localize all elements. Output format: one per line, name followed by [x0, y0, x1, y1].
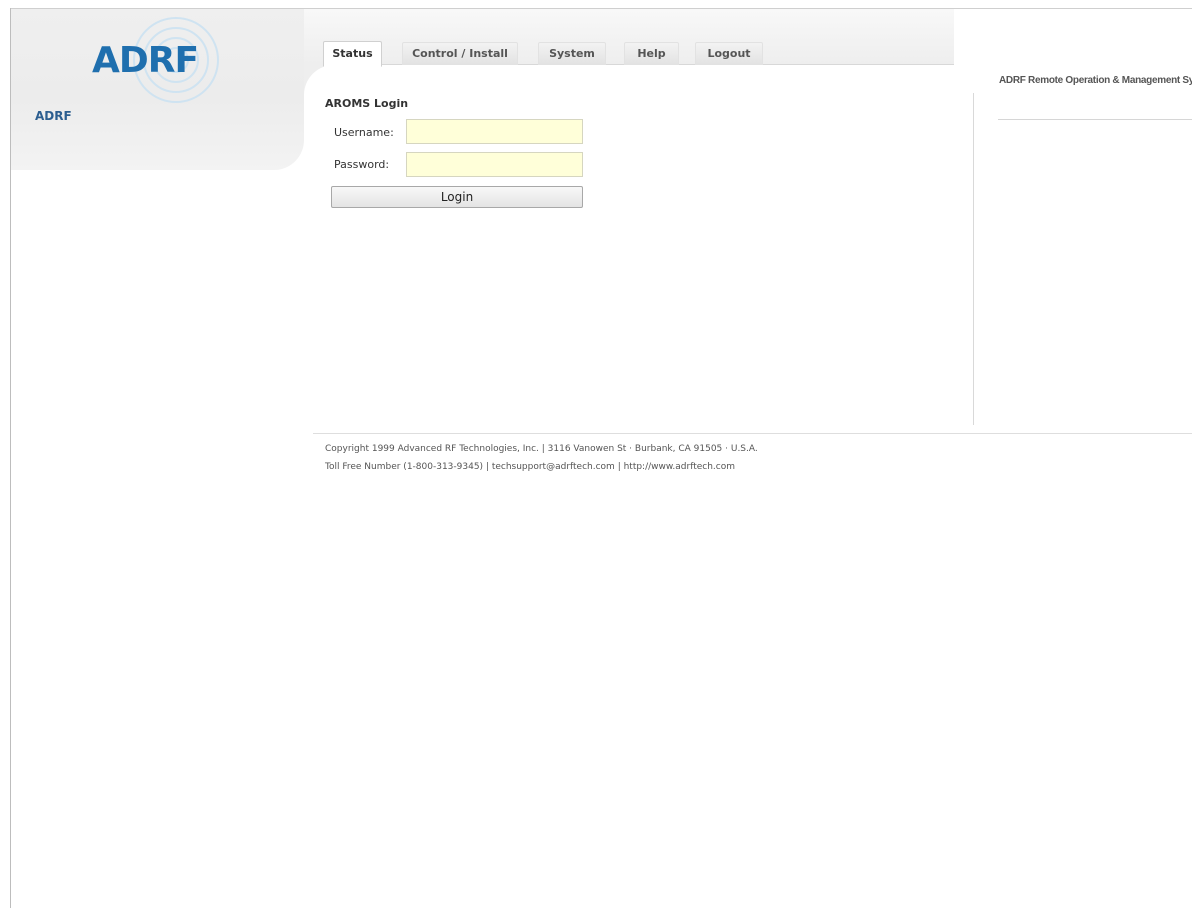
login-button[interactable]: Login — [331, 186, 583, 208]
tab-system[interactable]: System — [538, 42, 606, 65]
right-divider — [998, 119, 1192, 120]
page-frame: ADRF ADRF Status Control / Install Syste… — [0, 0, 1192, 908]
footer-divider — [313, 433, 1192, 434]
tab-help[interactable]: Help — [624, 42, 679, 65]
site-name: ADRF — [35, 109, 72, 123]
password-input[interactable] — [406, 152, 583, 177]
password-label: Password: — [334, 158, 390, 171]
tab-status[interactable]: Status — [323, 41, 382, 67]
content-divider — [973, 93, 974, 425]
login-title: AROMS Login — [325, 97, 409, 110]
footer-copyright: Copyright 1999 Advanced RF Technologies,… — [325, 444, 758, 454]
tab-logout[interactable]: Logout — [695, 42, 763, 65]
tab-control-install[interactable]: Control / Install — [402, 42, 518, 65]
system-title: ADRF Remote Operation & Management Syste… — [999, 75, 1192, 86]
footer-contact: Toll Free Number (1-800-313-9345) | tech… — [325, 462, 736, 472]
username-input[interactable] — [406, 119, 583, 144]
brand-logo[interactable]: ADRF — [92, 40, 199, 81]
username-label: Username: — [334, 126, 394, 139]
